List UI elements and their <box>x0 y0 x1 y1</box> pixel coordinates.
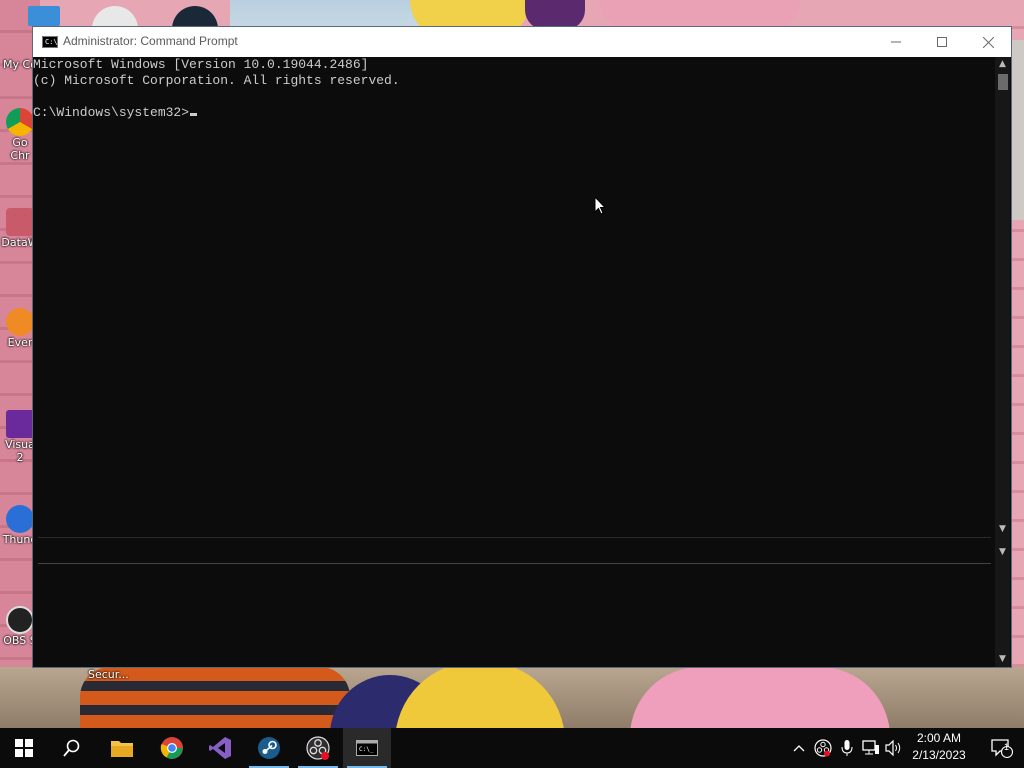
thunderbird-icon <box>6 505 34 533</box>
scroll-down-arrow-icon[interactable]: ▼ <box>995 522 1010 537</box>
search-icon <box>63 739 80 757</box>
wallpaper-character-pink <box>600 0 800 30</box>
wallpaper-character-purple <box>525 0 585 30</box>
desktop-icon-this-pc[interactable] <box>28 6 60 26</box>
visual-studio-icon <box>6 410 34 438</box>
cmd-icon[interactable]: C:\ <box>42 36 58 48</box>
scroll-down-arrow-icon[interactable]: ▼ <box>995 545 1010 560</box>
obs-tray-icon <box>814 739 832 757</box>
close-button[interactable] <box>965 27 1011 57</box>
chrome-icon <box>160 737 183 759</box>
taskbar-steam[interactable] <box>245 728 293 768</box>
mouse-cursor-icon <box>594 196 606 215</box>
lower-pane-scrollbar[interactable]: ▼ ▼ <box>995 537 1010 667</box>
chevron-up-icon <box>793 745 805 752</box>
console-line: (c) Microsoft Corporation. All rights re… <box>33 73 400 88</box>
pane-divider <box>38 563 991 564</box>
desktop-icon-security[interactable]: Secur... <box>88 668 129 681</box>
clock-time: 2:00 AM <box>916 731 962 745</box>
taskbar-visual-studio[interactable] <box>196 728 244 768</box>
taskbar-obs[interactable] <box>294 728 342 768</box>
console-line: Microsoft Windows [Version 10.0.19044.24… <box>33 57 369 72</box>
command-prompt-window[interactable]: C:\ Administrator: Command Prompt Micros… <box>33 27 1011 667</box>
tray-obs[interactable] <box>812 728 834 768</box>
obs-icon <box>306 736 330 760</box>
volume-icon <box>885 740 901 756</box>
scrollbar-thumb[interactable] <box>998 74 1008 90</box>
console-output[interactable]: Microsoft Windows [Version 10.0.19044.24… <box>33 57 993 537</box>
window-titlebar[interactable]: C:\ Administrator: Command Prompt <box>33 27 1011 57</box>
visual-studio-icon <box>209 737 231 759</box>
minimize-icon <box>891 41 901 43</box>
maximize-icon <box>937 37 947 47</box>
close-icon <box>982 36 994 48</box>
search-app-icon <box>6 308 34 336</box>
steam-icon <box>258 737 280 759</box>
window-title: Administrator: Command Prompt <box>63 34 238 48</box>
svg-text:C:\_: C:\_ <box>359 746 374 753</box>
network-icon <box>862 740 879 755</box>
taskbar-clock[interactable]: 2:00 AM 2/13/2023 <box>902 730 976 766</box>
console-lower-pane <box>38 537 991 667</box>
microphone-icon <box>841 740 853 756</box>
show-hidden-icons-button[interactable] <box>788 728 810 768</box>
tray-network[interactable] <box>860 728 882 768</box>
minimize-button[interactable] <box>873 27 919 57</box>
cmd-icon-text: C:\ <box>45 38 58 46</box>
chrome-icon <box>6 108 34 136</box>
notification-icon <box>991 739 1013 758</box>
windows-logo-icon <box>15 739 33 757</box>
console-scrollbar[interactable]: ▲ ▼ <box>995 57 1010 537</box>
taskbar: C:\_ 2:00 AM 2/13/2023 1 <box>0 728 1024 768</box>
tray-microphone[interactable] <box>836 728 858 768</box>
console-prompt: C:\Windows\system32> <box>33 105 190 120</box>
console-prompt-line[interactable]: C:\Windows\system32> <box>33 105 993 121</box>
start-button[interactable] <box>0 728 48 768</box>
obs-icon <box>6 606 34 634</box>
pane-divider <box>38 537 991 538</box>
wallpaper-window <box>1012 40 1024 220</box>
folder-icon <box>111 741 133 757</box>
cmd-icon: C:\_ <box>356 740 378 756</box>
scroll-up-arrow-icon[interactable]: ▲ <box>995 57 1010 72</box>
app-icon <box>6 208 34 236</box>
action-center-button[interactable]: 1 <box>980 728 1024 768</box>
wallpaper-character-pink-bottom <box>630 667 890 728</box>
desktop-icon-label: Secur... <box>88 668 129 681</box>
maximize-button[interactable] <box>919 27 965 57</box>
taskbar-command-prompt[interactable]: C:\_ <box>343 728 391 768</box>
scroll-down-arrow-icon[interactable]: ▼ <box>995 652 1010 667</box>
text-cursor <box>190 113 198 116</box>
clock-date: 2/13/2023 <box>912 748 966 762</box>
taskbar-chrome[interactable] <box>148 728 196 768</box>
notification-count-badge: 1 <box>1004 742 1010 752</box>
search-button[interactable] <box>48 728 96 768</box>
taskbar-file-explorer[interactable] <box>98 728 146 768</box>
